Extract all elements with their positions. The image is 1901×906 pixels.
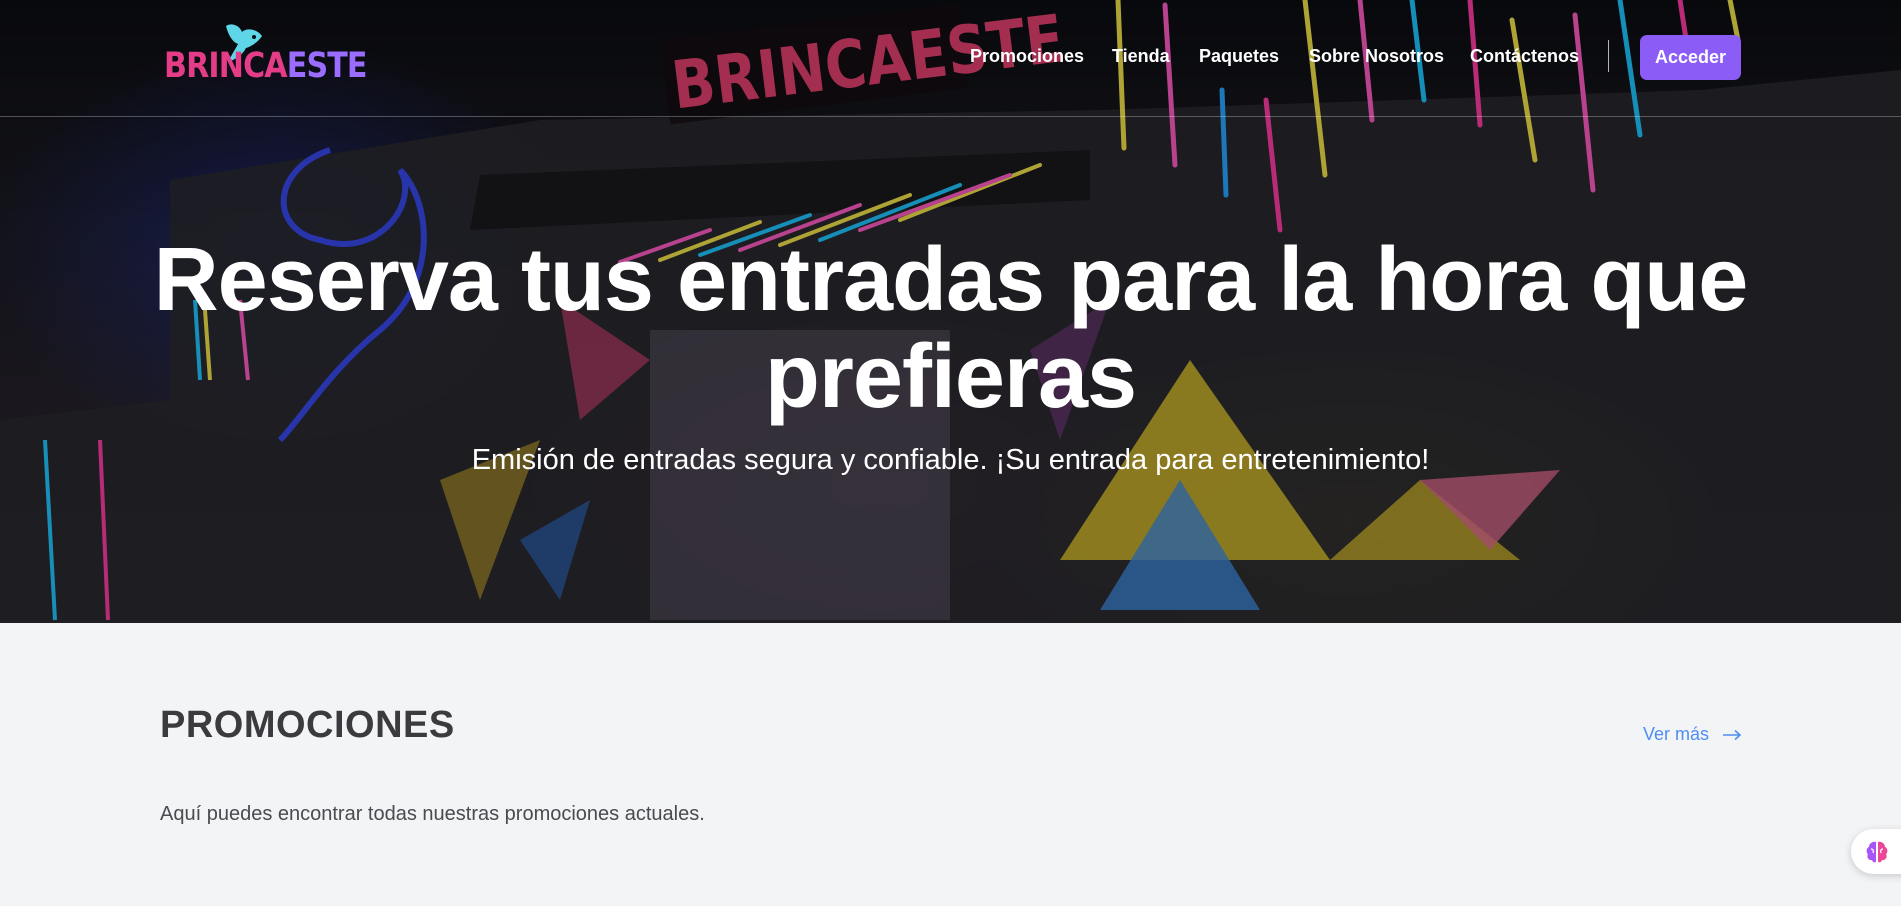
nav-divider xyxy=(1608,40,1609,72)
logo-word-brinca: BRINCA xyxy=(164,46,288,86)
hero-title: Reserva tus entradas para la hora que pr… xyxy=(153,230,1749,427)
hero-subtitle: Emisión de entradas segura y confiable. … xyxy=(471,444,1430,476)
nav-link-promociones[interactable]: Promociones xyxy=(970,46,1084,67)
promotions-heading: PROMOCIONES xyxy=(160,704,455,746)
nav-link-tienda[interactable]: Tienda xyxy=(1112,46,1170,67)
floating-assistant-button[interactable] xyxy=(1851,829,1901,874)
nav-link-paquetes[interactable]: Paquetes xyxy=(1199,46,1279,67)
brand-logo[interactable]: BRINCAESTE xyxy=(160,20,367,86)
arrow-right-icon xyxy=(1723,730,1742,741)
promotions-description: Aquí puedes encontrar todas nuestras pro… xyxy=(160,803,705,825)
top-navbar: BRINCAESTE Promociones Tienda Paquetes S… xyxy=(0,0,1901,117)
hero-section: BRINCAESTE BRINCAESTE Promociones Tienda… xyxy=(0,0,1901,623)
logo-wordmark: BRINCAESTE xyxy=(164,46,367,86)
brain-icon xyxy=(1866,841,1888,863)
logo-word-este: ESTE xyxy=(286,46,368,86)
login-button[interactable]: Acceder xyxy=(1640,35,1741,80)
nav-link-contactenos[interactable]: Contáctenos xyxy=(1470,46,1579,67)
see-more-label: Ver más xyxy=(1643,724,1710,744)
see-more-link[interactable]: Ver más xyxy=(1643,724,1742,745)
nav-link-sobre-nosotros[interactable]: Sobre Nosotros xyxy=(1309,46,1444,67)
